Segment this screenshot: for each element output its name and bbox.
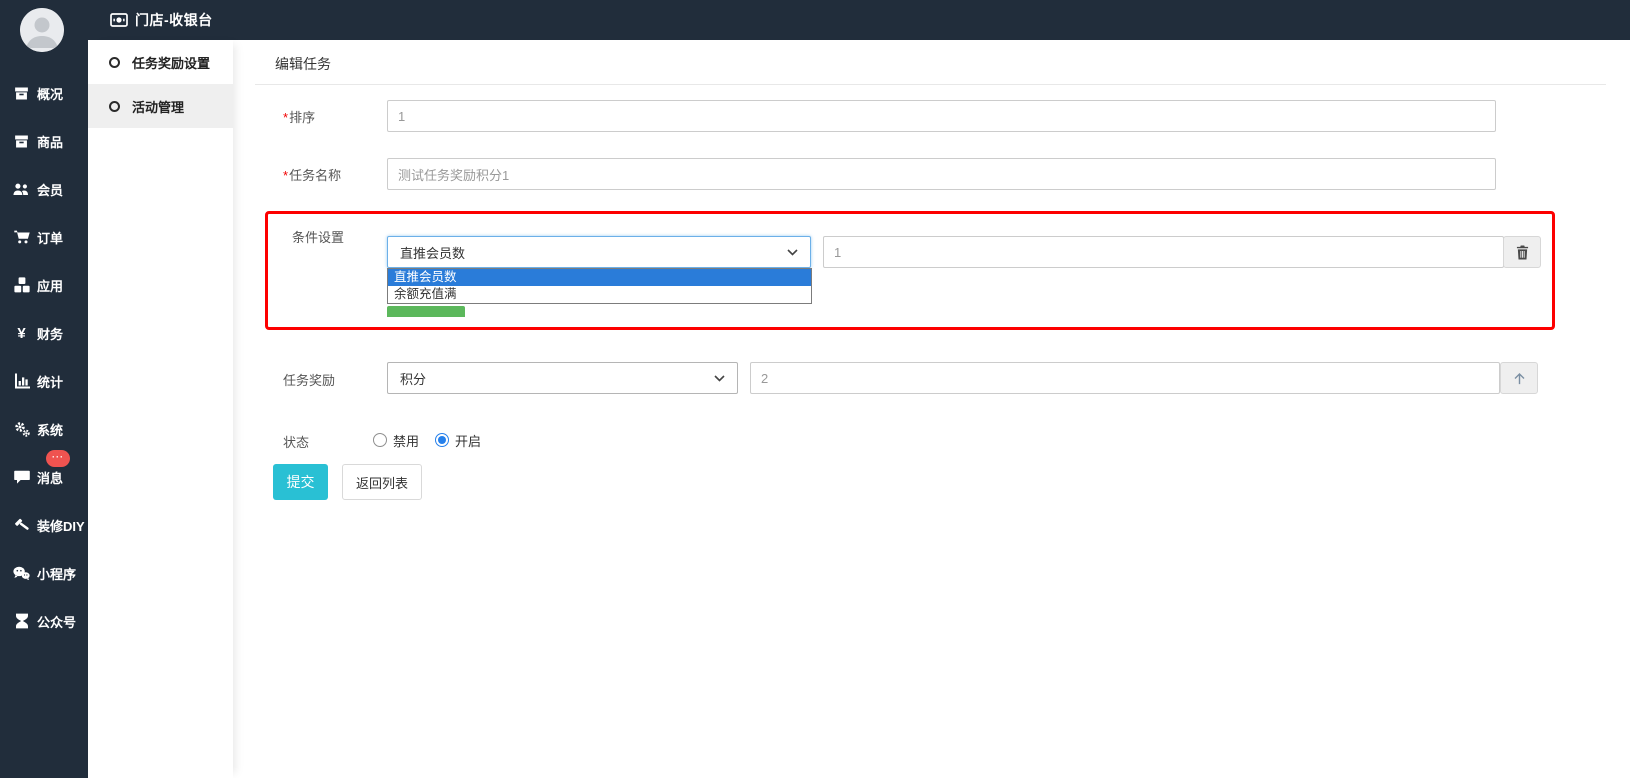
radio-enabled[interactable] (435, 433, 449, 447)
condition-type-select[interactable]: 直推会员数 (387, 236, 811, 268)
required-mark: * (283, 110, 288, 125)
task-name-label: *任务名称 (283, 165, 341, 184)
app-title-text: 门店-收银台 (135, 10, 213, 30)
sidebar-item-messages[interactable]: 消息 ··· (0, 453, 88, 501)
sidebar-nav: 概况 商品 会员 订单 应用 ¥ 财务 统计 系统 (0, 69, 88, 645)
system-icon (11, 421, 32, 437)
sidebar-item-official-account[interactable]: 公众号 (0, 597, 88, 645)
sidebar-item-label: 财务 (37, 324, 63, 343)
submit-button[interactable]: 提交 (273, 464, 328, 500)
avatar[interactable] (20, 8, 64, 52)
avatar-placeholder-icon (20, 8, 64, 52)
chevron-down-icon (714, 375, 725, 382)
trash-icon (1516, 245, 1529, 260)
sort-label: *排序 (283, 107, 315, 126)
gavel-icon (11, 517, 32, 533)
sidebar-item-label: 会员 (37, 180, 63, 199)
radio-disabled[interactable] (373, 433, 387, 447)
submenu-item-activity-management[interactable]: 活动管理 (88, 84, 233, 128)
hourglass-icon (11, 613, 32, 629)
condition-selected-value: 直推会员数 (400, 243, 465, 262)
sidebar-item-overview[interactable]: 概况 (0, 69, 88, 117)
reward-value-input[interactable] (750, 362, 1500, 394)
sidebar-item-label: 订单 (37, 228, 63, 247)
sidebar-item-stats[interactable]: 统计 (0, 357, 88, 405)
miniprogram-icon (11, 566, 32, 580)
overview-icon (11, 86, 32, 101)
sidebar-item-label: 公众号 (37, 612, 76, 631)
messages-icon (11, 470, 32, 484)
sidebar-item-finance[interactable]: ¥ 财务 (0, 309, 88, 357)
upload-button[interactable] (1500, 362, 1538, 394)
task-name-input[interactable] (387, 158, 1496, 190)
sidebar-item-label: 统计 (37, 372, 63, 391)
reward-label: 任务奖励 (283, 370, 335, 389)
sidebar-item-members[interactable]: 会员 (0, 165, 88, 213)
arrow-up-icon (1512, 371, 1527, 386)
products-icon (11, 134, 32, 149)
radio-disabled-label: 禁用 (393, 431, 419, 450)
sidebar-item-label: 应用 (37, 276, 63, 295)
status-label: 状态 (283, 432, 309, 451)
sidebar-item-label: 概况 (37, 84, 63, 103)
apps-icon (11, 277, 32, 293)
back-to-list-button[interactable]: 返回列表 (342, 464, 422, 500)
main-sidebar: 概况 商品 会员 订单 应用 ¥ 财务 统计 系统 (0, 0, 88, 778)
sidebar-item-label: 系统 (37, 420, 63, 439)
status-radio-group: 禁用 开启 (373, 430, 497, 450)
cashier-icon (110, 13, 128, 27)
delete-condition-button[interactable] (1503, 236, 1541, 268)
divider (255, 84, 1606, 85)
sort-input[interactable] (387, 100, 1496, 132)
circle-icon (109, 57, 120, 68)
submenu-item-label: 活动管理 (132, 97, 184, 116)
secondary-sidebar: 任务奖励设置 活动管理 (88, 40, 233, 778)
app-title: 门店-收银台 (110, 0, 213, 40)
sidebar-item-label: 装修DIY (37, 516, 85, 535)
submenu-item-label: 任务奖励设置 (132, 53, 210, 72)
topbar: 门店-收银台 (0, 0, 1630, 40)
reward-type-select[interactable]: 积分 (387, 362, 738, 394)
required-mark: * (283, 168, 288, 183)
sidebar-item-label: 商品 (37, 132, 63, 151)
condition-label: 条件设置 (292, 227, 344, 246)
dropdown-option-direct-members[interactable]: 直推会员数 (388, 269, 811, 286)
message-badge: ··· (46, 450, 70, 467)
dropdown-option-balance-recharge[interactable]: 余额充值满 (388, 286, 811, 303)
members-icon (11, 182, 32, 196)
condition-dropdown-list: 直推会员数 余额充值满 (387, 268, 812, 304)
sidebar-item-decoration-diy[interactable]: 装修DIY (0, 501, 88, 549)
sidebar-item-orders[interactable]: 订单 (0, 213, 88, 261)
sidebar-item-apps[interactable]: 应用 (0, 261, 88, 309)
condition-value-input[interactable] (823, 236, 1504, 268)
submenu-item-task-reward-settings[interactable]: 任务奖励设置 (88, 40, 233, 84)
sidebar-item-products[interactable]: 商品 (0, 117, 88, 165)
orders-icon (11, 230, 32, 244)
sidebar-item-label: 小程序 (37, 564, 76, 583)
stats-icon (11, 373, 32, 389)
chevron-down-icon (787, 249, 798, 256)
radio-enabled-label: 开启 (455, 431, 481, 450)
sidebar-item-label: 消息 (37, 468, 63, 487)
finance-icon: ¥ (11, 325, 32, 342)
sidebar-item-miniprogram[interactable]: 小程序 (0, 549, 88, 597)
add-condition-button-partial[interactable] (387, 306, 465, 317)
circle-icon (109, 101, 120, 112)
reward-selected-value: 积分 (400, 369, 426, 388)
main-content: 编辑任务 *排序 *任务名称 条件设置 直推会员数 直推会员数 余额充值满 任务… (233, 40, 1630, 778)
page-title: 编辑任务 (275, 54, 331, 74)
sidebar-item-system[interactable]: 系统 (0, 405, 88, 453)
